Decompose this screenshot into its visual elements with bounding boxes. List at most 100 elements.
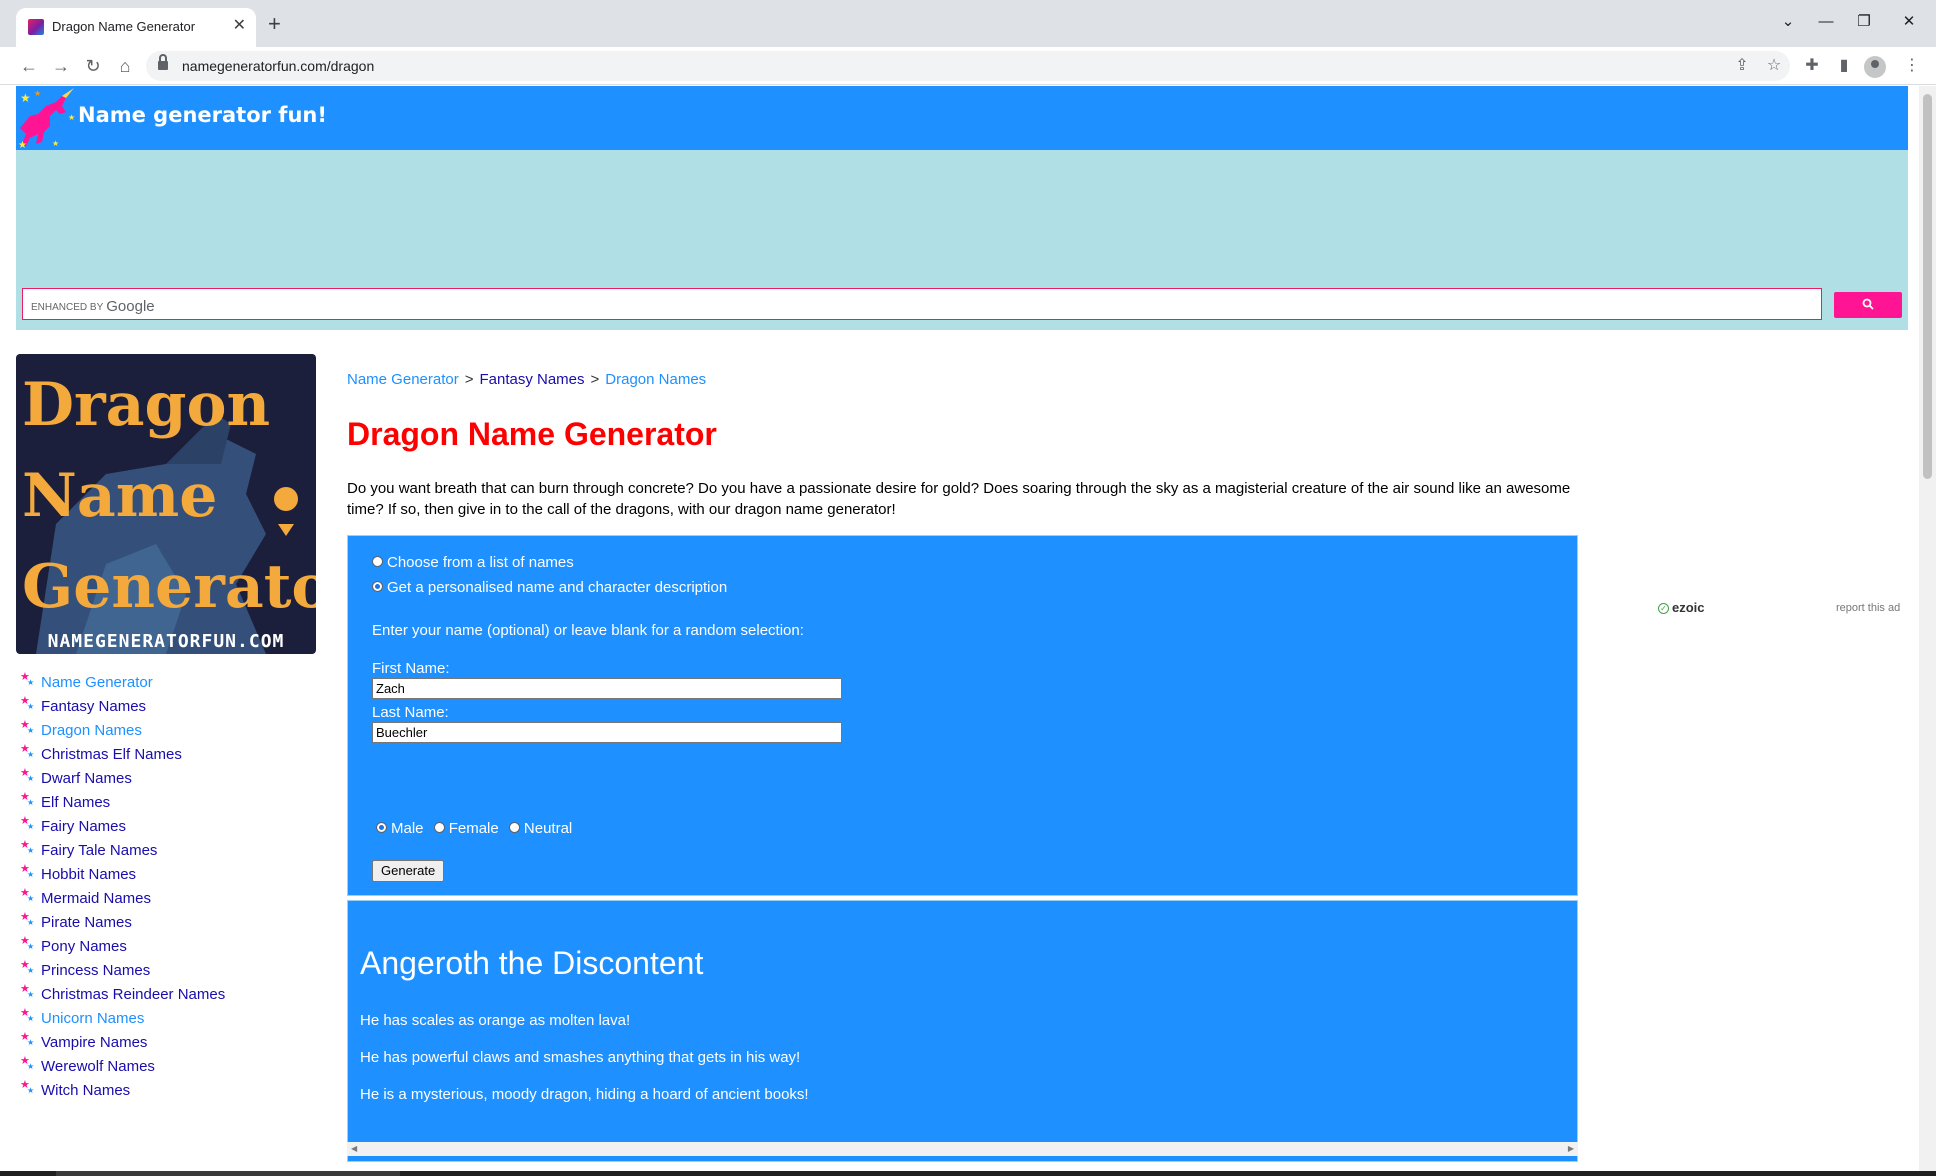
reload-icon[interactable]: ↻ [80,53,106,79]
browser-tab[interactable]: Dragon Name Generator ✕ [16,8,256,47]
logo-url: NAMEGENERATORFUN.COM [47,631,285,652]
search-button[interactable] [1834,292,1902,318]
search-icon [1862,298,1874,310]
menu-kebab-icon[interactable]: ⋮ [1900,53,1924,79]
ezoic-badge[interactable]: ✓ ezoic [1658,600,1705,615]
sidebar-item-mermaid-names[interactable]: ★ ★ Mermaid Names [20,887,225,911]
tab-search-icon[interactable]: ⌄ [1776,10,1800,34]
sidebar-item-hobbit-names[interactable]: ★ ★ Hobbit Names [20,863,225,887]
sidebar-item-werewolf-names[interactable]: ★ ★ Werewolf Names [20,1055,225,1079]
sidebar-item-dwarf-names[interactable]: ★ ★ Dwarf Names [20,767,225,791]
sidebar-item-christmas-reindeer-names[interactable]: ★ ★ Christmas Reindeer Names [20,983,225,1007]
option-personalised-label: Get a personalised name and character de… [387,579,728,596]
radio-choose-list[interactable] [372,556,383,567]
taskbar-item[interactable] [56,1171,400,1176]
sidebar-link[interactable]: Elf Names [41,794,110,811]
sidebar-link[interactable]: Mermaid Names [41,890,151,907]
search-input[interactable]: ENHANCED BY Google [22,288,1822,320]
sidebar-link[interactable]: Pirate Names [41,914,132,931]
radio-neutral[interactable] [508,822,520,833]
sidebar-link[interactable]: Dwarf Names [41,770,132,787]
sidebar-item-vampire-names[interactable]: ★ ★ Vampire Names [20,1031,225,1055]
report-ad-link[interactable]: report this ad [1836,602,1900,614]
sidebar-item-christmas-elf-names[interactable]: ★ ★ Christmas Elf Names [20,743,225,767]
unicorn-logo-icon[interactable]: ★ ★ ★ ★ ★ [16,86,78,150]
profile-avatar-icon[interactable] [1864,56,1886,78]
google-label: Google [106,298,155,315]
last-name-field[interactable] [372,722,842,743]
generator-form: Choose from a list of names Get a person… [347,535,1578,896]
dragon-generator-logo[interactable]: Dragon Name Generator NAMEGENERATORFUN.C… [16,354,316,654]
close-tab-icon[interactable]: ✕ [233,16,246,36]
close-window-button[interactable]: ✕ [1897,10,1921,34]
breadcrumb-item-fantasy-names[interactable]: Fantasy Names [479,371,584,388]
star-bullet-icon: ★ ★ [20,719,35,735]
sidebar-item-name-generator[interactable]: ★ ★ Name Generator [20,671,225,695]
sidebar-item-fairy-names[interactable]: ★ ★ Fairy Names [20,815,225,839]
url-text[interactable]: namegeneratorfun.com/dragon [182,58,374,74]
sidebar-link[interactable]: Name Generator [41,674,153,691]
forward-arrow-icon[interactable]: → [48,53,74,79]
name-prompt: Enter your name (optional) or leave blan… [372,622,804,639]
option-list-label: Choose from a list of names [387,554,574,571]
radio-female[interactable] [433,822,445,833]
sidebar-item-princess-names[interactable]: ★ ★ Princess Names [20,959,225,983]
gender-male[interactable]: Male [376,820,424,837]
vertical-scrollbar[interactable] [1919,86,1936,1171]
sidebar-link[interactable]: Witch Names [41,1082,130,1099]
breadcrumb-item-dragon-names[interactable]: Dragon Names [605,371,706,388]
sidebar-link[interactable]: Hobbit Names [41,866,136,883]
new-tab-button[interactable]: + [268,12,281,36]
sidebar-item-elf-names[interactable]: ★ ★ Elf Names [20,791,225,815]
star-bullet-icon: ★ ★ [20,791,35,807]
sidebar-link[interactable]: Unicorn Names [41,1010,144,1027]
sidebar-link[interactable]: Pony Names [41,938,127,955]
share-icon[interactable]: ⇪ [1730,53,1754,79]
sidebar-link[interactable]: Vampire Names [41,1034,147,1051]
first-name-field[interactable] [372,678,842,699]
sidebar-link[interactable]: Werewolf Names [41,1058,155,1075]
horizontal-scrollbar[interactable]: ◀ ▶ [347,1142,1578,1156]
sidebar-link[interactable]: Fantasy Names [41,698,146,715]
sidebar-item-unicorn-names[interactable]: ★ ★ Unicorn Names [20,1007,225,1031]
option-personalised-row[interactable]: Get a personalised name and character de… [372,579,727,596]
side-panel-icon[interactable]: ▮ [1832,53,1856,79]
sidebar-item-fairy-tale-names[interactable]: ★ ★ Fairy Tale Names [20,839,225,863]
generated-name: Angeroth the Discontent [360,945,704,981]
browser-toolbar: ← → ↻ ⌂ namegeneratorfun.com/dragon ⇪ ☆ … [0,47,1936,85]
option-list-row[interactable]: Choose from a list of names [372,554,574,571]
scroll-right-icon[interactable]: ▶ [1568,1144,1574,1153]
bookmark-star-icon[interactable]: ☆ [1762,53,1786,79]
sidebar-link[interactable]: Christmas Reindeer Names [41,986,225,1003]
sidebar-link[interactable]: Fairy Names [41,818,126,835]
restore-button[interactable]: ❐ [1852,10,1876,34]
sidebar-item-fantasy-names[interactable]: ★ ★ Fantasy Names [20,695,225,719]
sidebar-link[interactable]: Dragon Names [41,722,142,739]
sidebar-item-pony-names[interactable]: ★ ★ Pony Names [20,935,225,959]
extensions-puzzle-icon[interactable]: ✚ [1800,53,1824,79]
scroll-left-icon[interactable]: ◀ [351,1144,357,1153]
site-logo-text[interactable]: Name generator fun! [78,103,327,127]
radio-male[interactable] [376,822,387,833]
radio-personalised[interactable] [372,581,383,592]
back-arrow-icon[interactable]: ← [16,53,42,79]
gender-female[interactable]: Female [433,820,499,837]
star-bullet-icon: ★ ★ [20,695,35,711]
generate-button[interactable]: Generate [372,860,445,882]
logo-title-line: Dragon [22,370,271,440]
sidebar-item-dragon-names[interactable]: ★ ★ Dragon Names [20,719,225,743]
sidebar-link[interactable]: Fairy Tale Names [41,842,157,859]
sidebar-link[interactable]: Princess Names [41,962,150,979]
scrollbar-thumb[interactable] [1923,94,1932,479]
logo-title: Dragon Name Generator [22,360,316,633]
sidebar-item-pirate-names[interactable]: ★ ★ Pirate Names [20,911,225,935]
gender-neutral[interactable]: Neutral [508,820,572,837]
address-bar[interactable]: namegeneratorfun.com/dragon [146,51,1790,81]
home-icon[interactable]: ⌂ [112,53,138,79]
minimize-button[interactable]: — [1814,10,1838,34]
breadcrumb-item-name-generator[interactable]: Name Generator [347,371,459,388]
sidebar-link[interactable]: Christmas Elf Names [41,746,182,763]
sidebar-item-witch-names[interactable]: ★ ★ Witch Names [20,1079,225,1103]
star-bullet-icon: ★ ★ [20,767,35,783]
svg-text:★: ★ [20,91,31,105]
